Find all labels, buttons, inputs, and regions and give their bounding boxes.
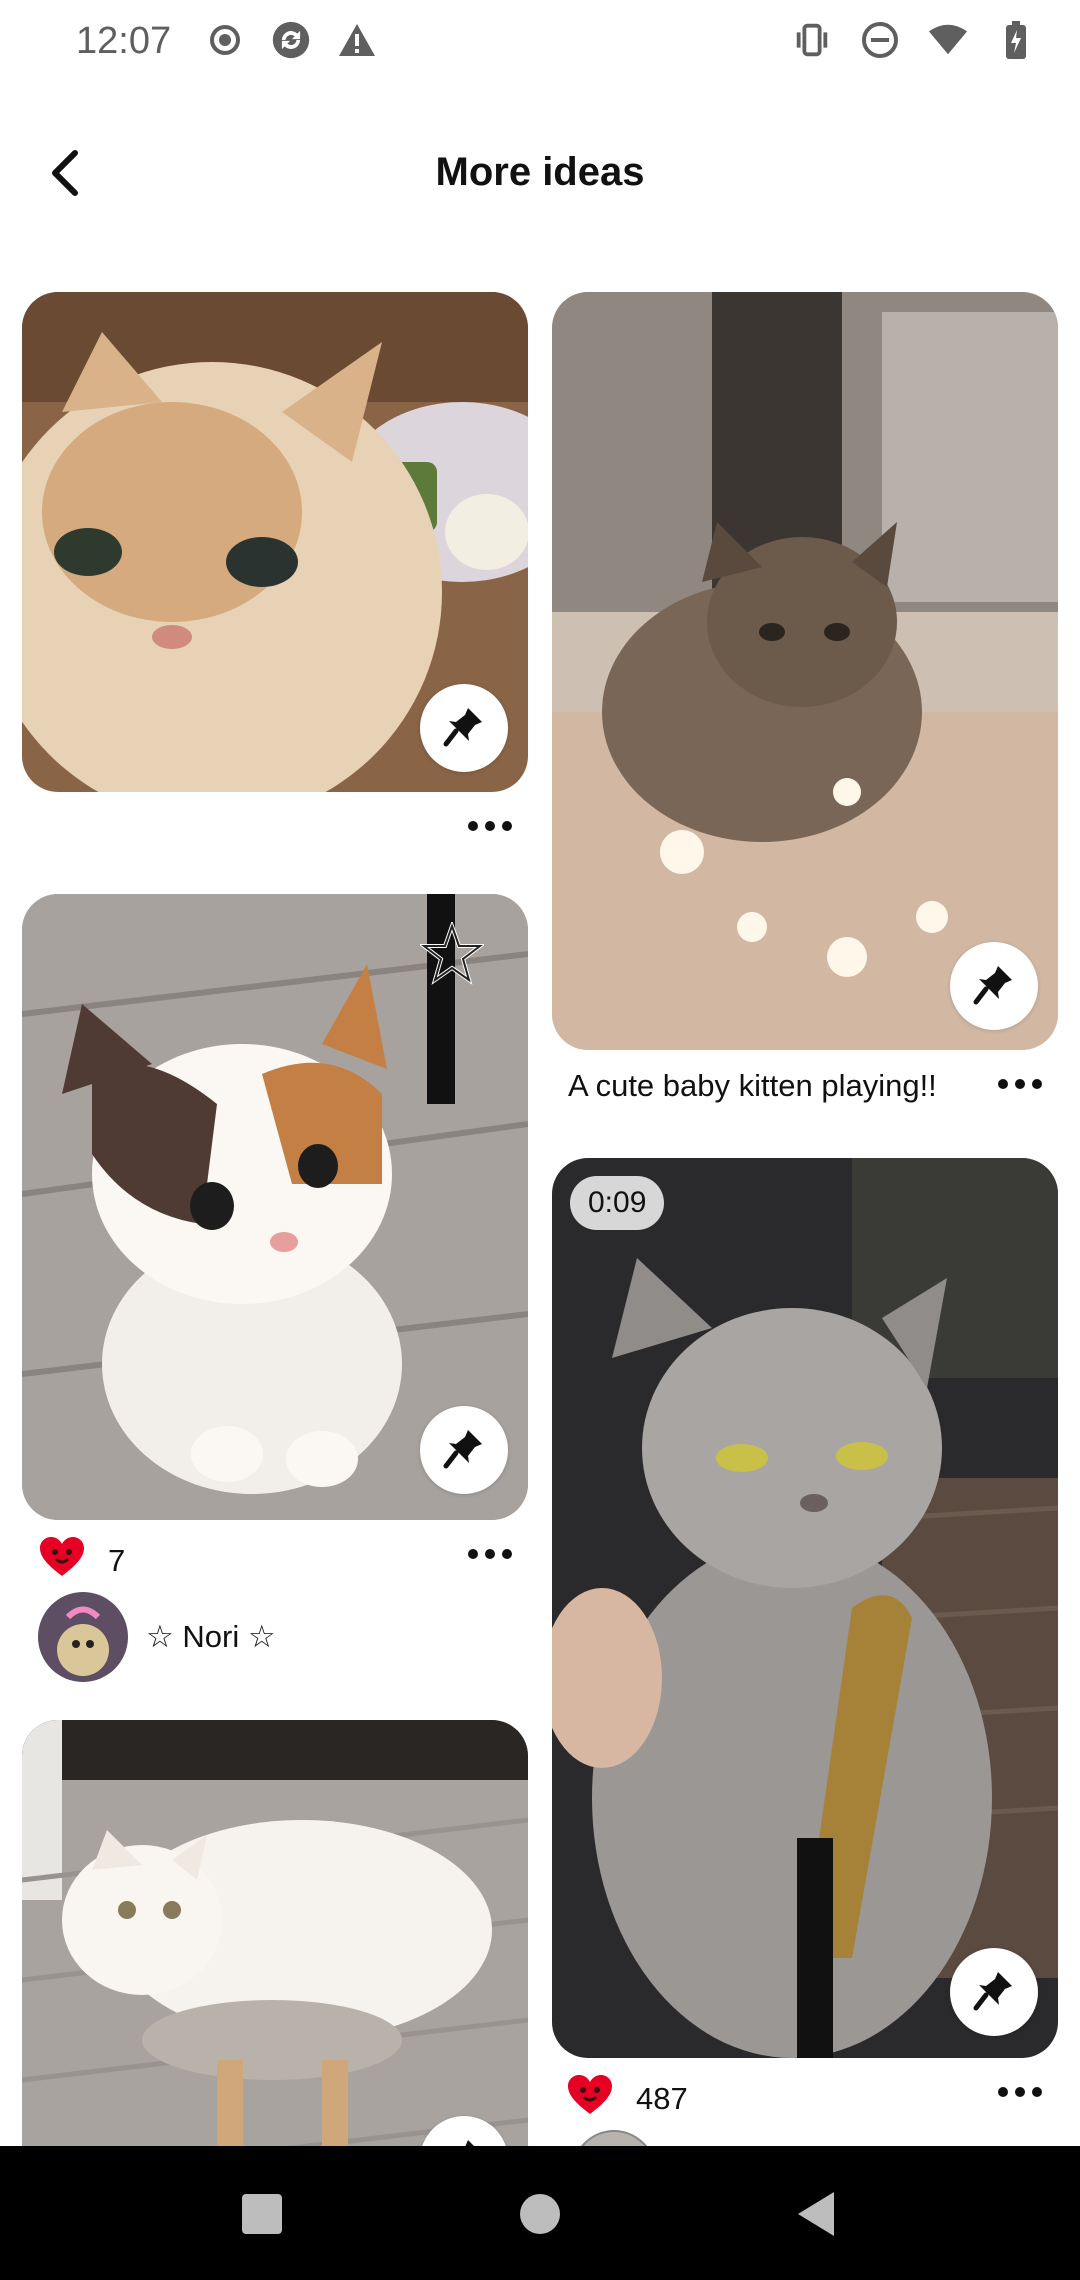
more-dots-icon xyxy=(998,2087,1042,2097)
pin-image-grey-cat-video[interactable]: 0:09 xyxy=(552,1158,1058,2058)
pin-image-calico-cat[interactable] xyxy=(22,894,528,1520)
status-bar: 12:07 xyxy=(0,0,1080,90)
save-pin-button[interactable] xyxy=(950,942,1038,1030)
reaction-count: 7 xyxy=(108,1543,126,1578)
status-left-icons xyxy=(205,20,377,60)
battery-charging-icon xyxy=(996,20,1036,60)
system-nav-bar xyxy=(0,2146,1080,2280)
more-options-button[interactable] xyxy=(460,806,520,846)
pin-image-baby-kitten[interactable] xyxy=(552,292,1058,1050)
recents-button[interactable] xyxy=(232,2186,292,2246)
star-icon xyxy=(418,919,486,990)
avatar[interactable] xyxy=(38,1592,128,1682)
header: More ideas xyxy=(0,120,1080,230)
star-badge xyxy=(418,919,486,991)
reaction-row: 7 xyxy=(38,1536,125,1586)
heart-icon xyxy=(566,2074,614,2124)
video-duration-badge: 0:09 xyxy=(570,1176,665,1230)
more-options-button[interactable] xyxy=(460,1534,520,1574)
save-pin-button[interactable] xyxy=(420,684,508,772)
status-time: 12:07 xyxy=(76,20,172,62)
pin-icon xyxy=(972,962,1016,1011)
record-icon xyxy=(205,20,245,60)
more-dots-icon xyxy=(998,1079,1042,1089)
avatar[interactable] xyxy=(572,2130,656,2146)
pin-feed[interactable]: A cute baby kitten playing!! 7 ☆ Nori ☆ … xyxy=(0,290,1080,2146)
more-dots-icon xyxy=(468,1549,512,1559)
pin-author[interactable]: ☆ Nori ☆ xyxy=(38,1592,276,1682)
more-options-button[interactable] xyxy=(990,2072,1050,2112)
more-dots-icon xyxy=(468,821,512,831)
heart-icon xyxy=(38,1536,86,1586)
pin-icon xyxy=(442,2136,486,2146)
pin-image-white-cat-stool[interactable] xyxy=(22,1720,528,2146)
author-name[interactable]: ☆ Nori ☆ xyxy=(146,1619,276,1655)
pin-icon xyxy=(442,704,486,753)
back-nav-button[interactable] xyxy=(786,2186,846,2246)
home-button[interactable] xyxy=(510,2186,570,2246)
pin-icon xyxy=(442,1426,486,1475)
page-title: More ideas xyxy=(435,150,645,194)
pin-icon xyxy=(972,1968,1016,2017)
save-pin-button[interactable] xyxy=(950,1948,1038,2036)
home-circle-icon xyxy=(518,2192,562,2241)
more-options-button[interactable] xyxy=(990,1064,1050,1104)
recents-square-icon xyxy=(240,2192,284,2241)
pin-caption[interactable]: A cute baby kitten playing!! xyxy=(568,1068,937,1104)
do-not-disturb-icon xyxy=(860,20,900,60)
sync-icon xyxy=(271,20,311,60)
status-right-icons xyxy=(792,20,1036,60)
back-triangle-icon xyxy=(794,2190,838,2243)
wifi-icon xyxy=(928,20,968,60)
reaction-row: 487 xyxy=(566,2074,688,2124)
warning-icon xyxy=(337,20,377,60)
reaction-count: 487 xyxy=(636,2081,688,2116)
pin-image-cat-orange[interactable] xyxy=(22,292,528,792)
vibrate-icon xyxy=(792,20,832,60)
save-pin-button[interactable] xyxy=(420,1406,508,1494)
